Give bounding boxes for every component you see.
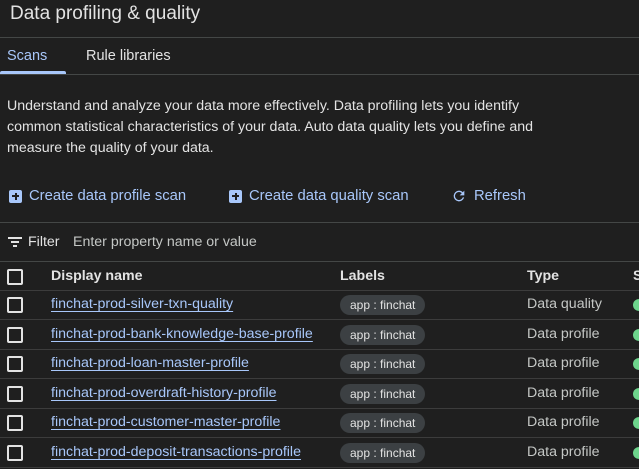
label-chip: app : finchat (340, 443, 426, 463)
filter-bottom-divider (0, 261, 639, 262)
label-chip: app : finchat (340, 295, 426, 315)
refresh-button[interactable]: Refresh (451, 186, 526, 206)
row-divider (0, 319, 639, 320)
status-success-icon (633, 417, 639, 429)
scan-type: Data quality (527, 296, 602, 312)
filter-input[interactable] (73, 232, 373, 252)
filter-list-icon (8, 237, 22, 247)
label-chip: app : finchat (340, 325, 426, 345)
status-success-icon (633, 329, 639, 341)
tab-scans[interactable]: Scans (7, 48, 47, 64)
row-divider (0, 467, 639, 468)
scan-name-link[interactable]: finchat-prod-bank-knowledge-base-profile (51, 326, 313, 342)
scan-name-link[interactable]: finchat-prod-overdraft-history-profile (51, 385, 277, 401)
page-description: Understand and analyze your data more ef… (7, 98, 534, 156)
tabs-divider (0, 74, 639, 75)
scan-type: Data profile (527, 385, 600, 401)
scan-type: Data profile (527, 414, 600, 430)
status-success-icon (633, 358, 639, 370)
row-divider (0, 378, 639, 379)
scan-name-link[interactable]: finchat-prod-deposit-transactions-profil… (51, 444, 301, 460)
page-title: Data profiling & quality (10, 3, 201, 24)
table-row: finchat-prod-loan-master-profile app : f… (0, 350, 639, 379)
refresh-icon (453, 190, 465, 202)
row-checkbox[interactable] (7, 386, 23, 402)
add-box-icon (9, 189, 22, 203)
scan-type: Data profile (527, 444, 600, 460)
scan-name-link[interactable]: finchat-prod-silver-txn-quality (51, 296, 233, 312)
select-all-checkbox[interactable] (7, 269, 23, 285)
refresh-label: Refresh (474, 188, 526, 204)
row-checkbox[interactable] (7, 327, 23, 343)
row-checkbox[interactable] (7, 415, 23, 431)
label-chip: app : finchat (340, 354, 426, 374)
add-box-icon (229, 189, 242, 203)
label-chip: app : finchat (340, 384, 426, 404)
data-profiling-page: Data profiling & quality Scans Rule libr… (0, 0, 639, 469)
tab-rule-libraries[interactable]: Rule libraries (86, 48, 171, 64)
scan-type: Data profile (527, 355, 600, 371)
create-data-profile-scan-button[interactable]: Create data profile scan (9, 186, 186, 206)
filter-control[interactable]: Filter (8, 232, 60, 252)
status-success-icon (633, 299, 639, 311)
filter-top-divider (0, 222, 639, 223)
row-checkbox[interactable] (7, 356, 23, 372)
column-header-status[interactable]: S (633, 268, 639, 284)
create-data-quality-scan-button[interactable]: Create data quality scan (229, 186, 409, 206)
column-header-type[interactable]: Type (527, 268, 559, 284)
table-row: finchat-prod-silver-txn-quality app : fi… (0, 291, 639, 320)
column-header-display-name[interactable]: Display name (51, 268, 142, 284)
label-chip: app : finchat (340, 413, 426, 433)
create-data-profile-scan-label: Create data profile scan (29, 188, 187, 204)
create-data-quality-scan-label: Create data quality scan (249, 188, 409, 204)
row-divider (0, 437, 639, 438)
row-checkbox[interactable] (7, 297, 23, 313)
column-header-labels: Labels (340, 268, 385, 284)
scan-name-link[interactable]: finchat-prod-customer-master-profile (51, 414, 280, 430)
header-divider (0, 37, 639, 38)
scan-name-link[interactable]: finchat-prod-loan-master-profile (51, 355, 249, 371)
filter-label: Filter (28, 234, 60, 250)
table-row: finchat-prod-bank-knowledge-base-profile… (0, 321, 639, 350)
row-checkbox[interactable] (7, 445, 23, 461)
table-row: finchat-prod-overdraft-history-profile a… (0, 380, 639, 409)
table-row: finchat-prod-deposit-transactions-profil… (0, 439, 639, 468)
status-success-icon (633, 388, 639, 400)
scan-type: Data profile (527, 326, 600, 342)
table-row: finchat-prod-customer-master-profile app… (0, 409, 639, 438)
status-success-icon (633, 447, 639, 459)
